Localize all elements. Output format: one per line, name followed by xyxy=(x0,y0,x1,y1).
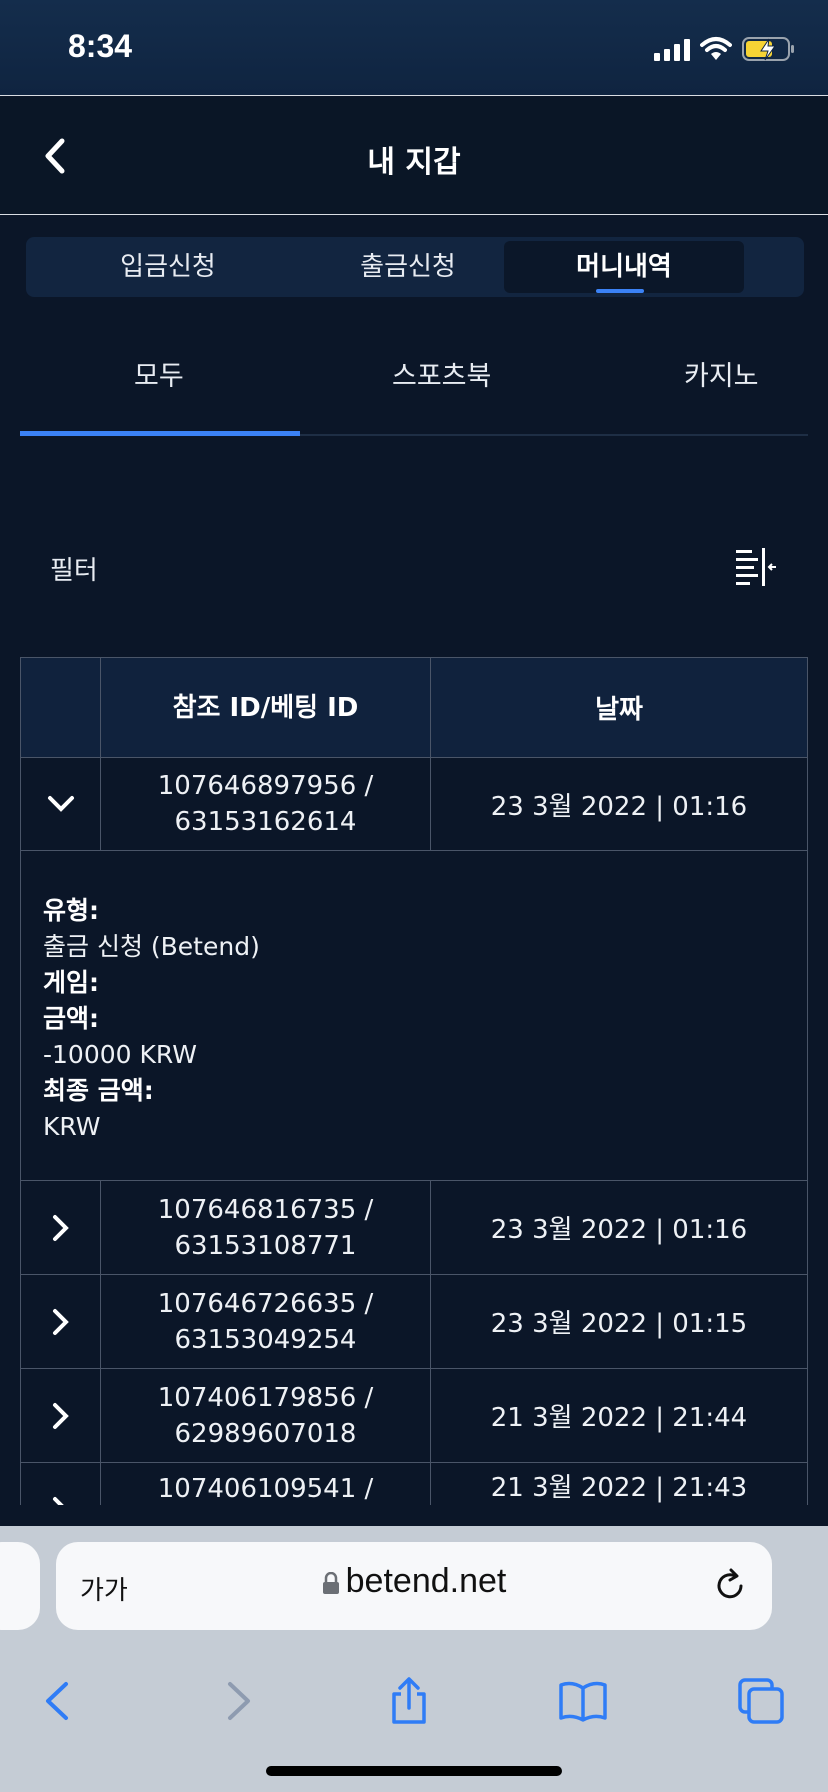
previous-tab-preview[interactable] xyxy=(0,1542,40,1630)
filter-collapse-icon[interactable] xyxy=(734,546,778,586)
table-header-row: 참조 ID/베팅 ID 날짜 xyxy=(20,657,808,758)
wifi-icon xyxy=(700,37,732,60)
header-date: 날짜 xyxy=(595,695,643,725)
row-expand-toggle[interactable] xyxy=(21,758,101,850)
detail-type-value: 출금 신청 (Betend) xyxy=(43,932,260,961)
tabs-icon[interactable] xyxy=(736,1676,786,1726)
address-bar[interactable]: 가가 betend.net xyxy=(56,1542,772,1630)
chevron-down-icon xyxy=(47,796,74,812)
tab-sportsbook[interactable]: 스포츠북 xyxy=(392,354,491,394)
cellular-signal-icon xyxy=(654,37,690,61)
segment-active-underline xyxy=(596,289,644,293)
share-icon[interactable] xyxy=(384,1676,434,1726)
chevron-right-icon xyxy=(52,1402,69,1429)
row-reference-id: 107646726635 /63153049254 xyxy=(101,1275,431,1368)
row-date: 21 3월 2022 | 21:43 xyxy=(490,1473,748,1503)
row-date: 23 3월 2022 | 01:16 xyxy=(490,791,748,822)
battery-charging-icon xyxy=(742,37,794,61)
chevron-right-icon xyxy=(52,1214,69,1241)
row-reference-id: 107646897956 /63153162614 xyxy=(101,758,431,850)
row-reference-id: 107406109541 / xyxy=(101,1463,431,1505)
detail-final-amount-label: 최종 금액: xyxy=(43,1076,154,1105)
chevron-right-icon xyxy=(52,1308,69,1335)
row-details-panel: 유형: 출금 신청 (Betend) 게임: 금액: -10000 KRW 최종… xyxy=(20,851,808,1181)
home-indicator xyxy=(266,1766,562,1776)
reload-icon[interactable] xyxy=(712,1568,748,1604)
tab-casino[interactable]: 카지노 xyxy=(684,354,759,394)
wallet-segment-control: 입금신청 출금신청 머니내역 xyxy=(26,237,804,297)
tab-all[interactable]: 모두 xyxy=(134,354,184,394)
segment-deposit[interactable]: 입금신청 xyxy=(48,241,288,293)
url-display: betend.net xyxy=(56,1562,772,1601)
row-expand-toggle[interactable] xyxy=(21,1275,101,1368)
status-time: 8:34 xyxy=(68,28,133,64)
detail-amount-label: 금액: xyxy=(43,1004,99,1033)
lock-icon xyxy=(322,1572,339,1595)
row-reference-id: 107646816735 /63153108771 xyxy=(101,1181,431,1274)
table-row[interactable]: 107646897956 /63153162614 23 3월 2022 | 0… xyxy=(20,758,808,851)
browser-forward-icon[interactable] xyxy=(212,1676,262,1726)
app-header: 내 지갑 xyxy=(0,97,828,215)
segment-money-history-label: 머니내역 xyxy=(576,252,672,282)
header-expand-cell xyxy=(21,658,101,757)
detail-amount-value: -10000 KRW xyxy=(43,1040,197,1069)
row-expand-toggle[interactable] xyxy=(21,1463,101,1505)
table-row[interactable]: 107406109541 / 21 3월 2022 | 21:43 xyxy=(20,1463,808,1505)
row-reference-id: 107406179856 /62989607018 xyxy=(101,1369,431,1462)
status-icons xyxy=(654,32,796,66)
row-date: 23 3월 2022 | 01:16 xyxy=(490,1215,748,1245)
bookmarks-icon[interactable] xyxy=(558,1676,608,1726)
detail-type-label: 유형: xyxy=(43,896,99,925)
tab-active-indicator xyxy=(20,431,300,436)
table-row[interactable]: 107646816735 /63153108771 23 3월 2022 | 0… xyxy=(20,1181,808,1275)
filter-label: 필터 xyxy=(50,556,98,586)
segment-withdraw[interactable]: 출금신청 xyxy=(288,241,528,293)
history-tabs: 모두 스포츠북 카지노 xyxy=(20,340,808,436)
status-bar: 8:34 xyxy=(0,0,828,96)
segment-money-history[interactable]: 머니내역 xyxy=(504,241,744,293)
row-date: 21 3월 2022 | 21:44 xyxy=(490,1403,748,1433)
chevron-right-icon xyxy=(52,1496,64,1505)
detail-game-label: 게임: xyxy=(43,968,99,997)
page-title: 내 지갑 xyxy=(367,145,461,180)
table-row[interactable]: 107406179856 /62989607018 21 3월 2022 | 2… xyxy=(20,1369,808,1463)
row-date: 23 3월 2022 | 01:15 xyxy=(490,1309,748,1339)
row-expand-toggle[interactable] xyxy=(21,1369,101,1462)
browser-back-icon[interactable] xyxy=(34,1676,84,1726)
url-text: betend.net xyxy=(345,1562,507,1600)
table-row[interactable]: 107646726635 /63153049254 23 3월 2022 | 0… xyxy=(20,1275,808,1369)
header-reference-id: 참조 ID/베팅 ID xyxy=(101,658,431,757)
money-history-table: 참조 ID/베팅 ID 날짜 107646897956 /63153162614… xyxy=(20,657,808,1505)
row-expand-toggle[interactable] xyxy=(21,1181,101,1274)
browser-toolbar: 가가 betend.net xyxy=(0,1526,828,1792)
detail-final-amount-value: KRW xyxy=(43,1112,101,1141)
